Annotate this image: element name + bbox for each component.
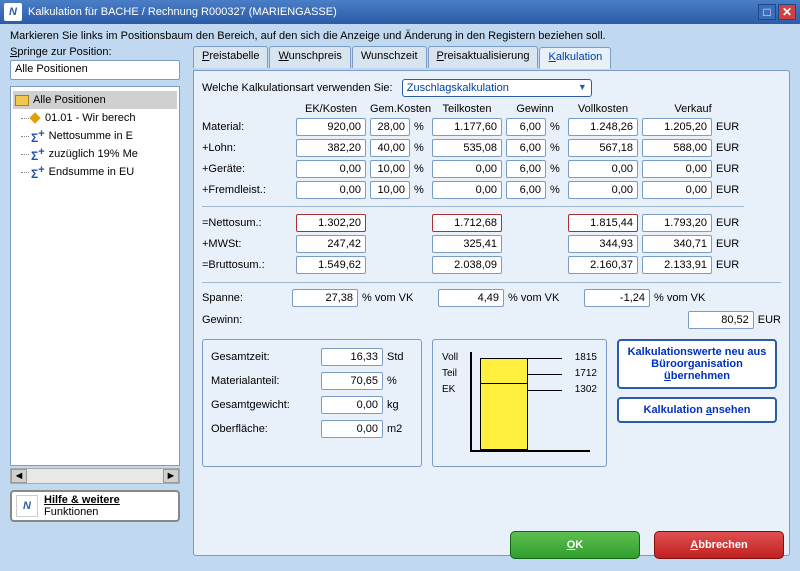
instruction-text: Markieren Sie links im Positionsbaum den…: [10, 30, 790, 42]
gewinn-row: Gewinn: 80,52 EUR: [202, 311, 781, 329]
folder-icon: [15, 95, 29, 106]
tab-preisaktualisierung[interactable]: Preisaktualisierung: [428, 46, 539, 68]
material-verk[interactable]: 1.205,20: [642, 118, 712, 136]
material-gew[interactable]: 6,00: [506, 118, 546, 136]
col-teil: Teilkosten: [432, 103, 502, 115]
col-ek: EK/Kosten: [296, 103, 366, 115]
tab-kalkulation[interactable]: Kalkulation: [539, 47, 611, 69]
material-voll[interactable]: 1.248,26: [568, 118, 638, 136]
col-gewinn: Gewinn: [506, 103, 564, 115]
sigma-icon: Σ+: [31, 146, 45, 163]
material-teil[interactable]: 1.177,60: [432, 118, 502, 136]
col-verkauf: Verkauf: [642, 103, 744, 115]
col-gk: Gem.Kosten: [370, 103, 428, 115]
help-button[interactable]: N Hilfe & weitereFunktionen: [10, 490, 180, 522]
tree-hscrollbar[interactable]: ◄►: [10, 468, 180, 484]
window-title: Kalkulation für BACHE / Rechnung R000327…: [28, 6, 756, 18]
chart-box: Voll Teil EK 1815 1712 1302: [432, 339, 607, 467]
tree-root[interactable]: Alle Positionen: [13, 91, 177, 109]
netto-verk[interactable]: 1.793,20: [642, 214, 712, 232]
titlebar: N Kalkulation für BACHE / Rechnung R0003…: [0, 0, 800, 24]
summary-box: Gesamtzeit:16,33Std Materialanteil:70,65…: [202, 339, 422, 467]
app-logo-icon: N: [4, 3, 22, 21]
netto-voll[interactable]: 1.815,44: [568, 214, 638, 232]
material-gk[interactable]: 28,00: [370, 118, 410, 136]
tree-item[interactable]: Σ+Nettosumme in E: [13, 127, 177, 145]
position-select[interactable]: Alle Positionen: [10, 60, 180, 80]
scroll-right-icon[interactable]: ►: [163, 469, 179, 483]
tab-wunschzeit[interactable]: Wunschzeit: [352, 46, 427, 68]
tree-item[interactable]: 01.01 - Wir berech: [13, 109, 177, 127]
sigma-icon: Σ+: [31, 128, 45, 145]
netto-teil[interactable]: 1.712,68: [432, 214, 502, 232]
kalkulation-panel: Welche Kalkulationsart verwenden Sie: Zu…: [193, 70, 790, 556]
calc-type-label: Welche Kalkulationsart verwenden Sie:: [202, 82, 393, 94]
scroll-left-icon[interactable]: ◄: [11, 469, 27, 483]
tab-preistabelle[interactable]: Preistabelle: [193, 46, 268, 68]
maximize-button[interactable]: □: [758, 4, 776, 20]
cancel-button[interactable]: Abbrechen: [654, 531, 784, 559]
diamond-icon: [29, 112, 40, 123]
tabstrip: Preistabelle Wunschpreis Wunschzeit Prei…: [193, 46, 790, 68]
tab-wunschpreis[interactable]: Wunschpreis: [269, 46, 350, 68]
calc-grid: EK/Kosten Gem.Kosten Teilkosten Gewinn V…: [202, 103, 781, 274]
netto-ek[interactable]: 1.302,20: [296, 214, 366, 232]
jump-label: Springe zur Position:: [10, 46, 185, 58]
material-ek[interactable]: 920,00: [296, 118, 366, 136]
close-button[interactable]: ✕: [778, 4, 796, 20]
calc-type-row: Welche Kalkulationsart verwenden Sie: Zu…: [202, 79, 781, 97]
recalc-button[interactable]: Kalkulationswerte neu aus Büroorganisati…: [617, 339, 777, 389]
position-tree[interactable]: Alle Positionen 01.01 - Wir berech Σ+Net…: [10, 86, 180, 466]
sigma-icon: Σ+: [31, 164, 45, 181]
view-calc-button[interactable]: Kalkulation ansehen: [617, 397, 777, 423]
ok-button[interactable]: OK: [510, 531, 640, 559]
tree-item[interactable]: Σ+Endsumme in EU: [13, 163, 177, 181]
cost-chart: Voll Teil EK 1815 1712 1302: [442, 348, 597, 458]
spanne-row: Spanne: 27,38% vom VK 4,49% vom VK -1,24…: [202, 289, 781, 307]
help-logo-icon: N: [16, 495, 38, 517]
calc-type-dropdown[interactable]: Zuschlagskalkulation: [402, 79, 592, 97]
chart-bar: [480, 358, 528, 450]
col-voll: Vollkosten: [568, 103, 638, 115]
tree-item[interactable]: Σ+zuzüglich 19% Me: [13, 145, 177, 163]
